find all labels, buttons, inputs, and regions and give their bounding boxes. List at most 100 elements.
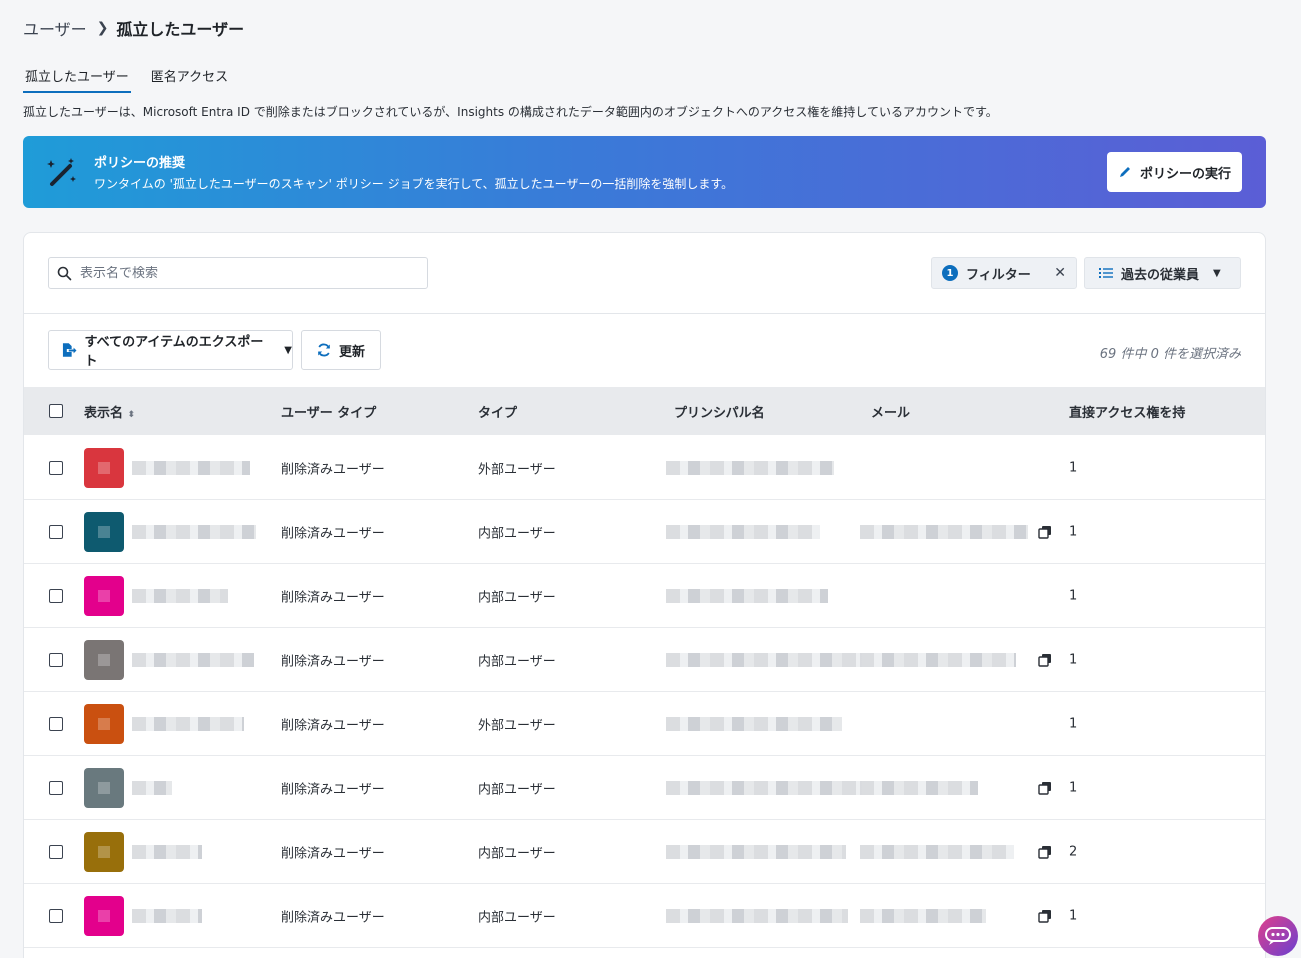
search-input[interactable] [80, 265, 400, 281]
row-checkbox[interactable] [49, 908, 63, 923]
redacted-principal-name [666, 460, 834, 475]
type-cell: 内部ユーザー [478, 654, 556, 669]
redacted-display-name[interactable] [132, 652, 254, 667]
user-type-cell: 削除済みユーザー [281, 526, 385, 541]
users-table-card: 1 フィルター ✕ 過去の従業員 ▼ すべてのアイテムのエクスポート ▼ 更新 … [23, 232, 1266, 958]
sort-icon: ⬍ [127, 409, 136, 420]
copy-icon[interactable] [1038, 845, 1052, 859]
refresh-button[interactable]: 更新 [301, 330, 381, 370]
filter-count-badge: 1 [942, 265, 958, 281]
select-all-checkbox[interactable] [49, 404, 63, 418]
table-row[interactable]: 削除済みユーザー 外部ユーザー 1 [24, 436, 1265, 500]
redacted-principal-name [666, 588, 828, 603]
redacted-mail [860, 908, 986, 923]
export-icon [62, 343, 77, 357]
close-icon[interactable]: ✕ [1054, 265, 1066, 281]
breadcrumb: ユーザー ❯ 孤立したユーザー [23, 16, 244, 40]
direct-access-count: 1 [1069, 780, 1078, 795]
column-header-user-type[interactable]: ユーザー タイプ [281, 402, 376, 421]
row-checkbox[interactable] [49, 460, 63, 475]
redacted-mail [860, 844, 1014, 859]
filter-chip[interactable]: 1 フィルター ✕ [931, 257, 1077, 289]
caret-down-icon: ▼ [284, 344, 292, 356]
pencil-icon [1119, 167, 1130, 177]
table-row[interactable]: 削除済みユーザー 内部ユーザー 1 [24, 756, 1265, 820]
table-row[interactable]: 削除済みユーザー 内部ユーザー 1 [24, 628, 1265, 692]
refresh-label: 更新 [338, 344, 365, 360]
copy-icon[interactable] [1038, 781, 1052, 795]
table-row[interactable]: 削除済みユーザー 内部ユーザー 1 [24, 564, 1265, 628]
redacted-mail [860, 652, 1016, 667]
direct-access-count: 1 [1069, 716, 1078, 731]
row-checkbox[interactable] [49, 652, 63, 667]
redacted-display-name[interactable] [132, 844, 202, 859]
column-header-mail[interactable]: メール [871, 402, 910, 421]
tab-bar: 孤立したユーザー 匿名アクセス [23, 64, 230, 93]
redacted-display-name[interactable] [132, 908, 202, 923]
selection-status: 69 件中 0 件を選択済み [1099, 347, 1241, 362]
redacted-principal-name [666, 780, 862, 795]
type-cell: 内部ユーザー [478, 590, 556, 605]
user-type-cell: 削除済みユーザー [281, 718, 385, 733]
redacted-mail [860, 524, 1028, 539]
redacted-principal-name [666, 524, 820, 539]
avatar [84, 639, 124, 680]
user-type-cell: 削除済みユーザー [281, 782, 385, 797]
copy-icon[interactable] [1038, 525, 1052, 539]
table-row[interactable]: 削除済みユーザー 内部ユーザー 2 [24, 820, 1265, 884]
copy-icon[interactable] [1038, 909, 1052, 923]
table-row[interactable]: 削除済みユーザー 内部ユーザー 1 [24, 500, 1265, 564]
table-row[interactable]: 削除済みユーザー 外部ユーザー 1 [24, 692, 1265, 756]
banner-text: ワンタイムの '孤立したユーザーのスキャン' ポリシー ジョブを実行して、孤立し… [94, 177, 734, 191]
page-title: 孤立したユーザー [116, 20, 245, 39]
type-cell: 内部ユーザー [478, 526, 556, 541]
chevron-right-icon: ❯ [96, 20, 109, 36]
redacted-principal-name [666, 844, 846, 859]
copy-icon[interactable] [1038, 653, 1052, 667]
list-icon [1099, 268, 1113, 278]
view-dropdown[interactable]: 過去の従業員 ▼ [1084, 257, 1241, 289]
search-icon [57, 266, 72, 280]
redacted-display-name[interactable] [132, 524, 256, 539]
redacted-display-name[interactable] [132, 460, 250, 475]
direct-access-count: 1 [1069, 524, 1078, 539]
search-box [48, 257, 428, 289]
chat-assistant-button[interactable] [1258, 916, 1298, 956]
redacted-principal-name [666, 908, 848, 923]
magic-wand-icon [47, 158, 76, 186]
direct-access-count: 1 [1069, 460, 1078, 475]
direct-access-count: 2 [1069, 844, 1078, 859]
filter-label: フィルター [966, 267, 1031, 283]
row-checkbox[interactable] [49, 780, 63, 795]
chat-icon [1265, 927, 1291, 945]
avatar [84, 703, 124, 744]
column-header-principal-name[interactable]: プリンシパル名 [674, 402, 765, 421]
user-type-cell: 削除済みユーザー [281, 910, 385, 925]
avatar [84, 575, 124, 616]
redacted-mail [860, 780, 978, 795]
caret-down-icon: ▼ [1213, 267, 1221, 279]
table-row[interactable]: 削除済みユーザー 内部ユーザー 1 [24, 884, 1265, 948]
banner-title: ポリシーの推奨 [94, 156, 186, 171]
row-checkbox[interactable] [49, 588, 63, 603]
row-checkbox[interactable] [49, 844, 63, 859]
user-type-cell: 削除済みユーザー [281, 846, 385, 861]
export-all-button[interactable]: すべてのアイテムのエクスポート ▼ [48, 330, 293, 370]
redacted-display-name[interactable] [132, 588, 228, 603]
table-header: 表示名 ⬍ ユーザー タイプ タイプ プリンシパル名 メール 直接アクセス権を持 [24, 387, 1265, 435]
avatar [84, 447, 124, 488]
column-header-direct-access[interactable]: 直接アクセス権を持 [1069, 402, 1185, 421]
column-header-type[interactable]: タイプ [478, 402, 517, 421]
avatar [84, 895, 124, 936]
run-policy-button[interactable]: ポリシーの実行 [1107, 152, 1242, 192]
type-cell: 内部ユーザー [478, 910, 556, 925]
row-checkbox[interactable] [49, 524, 63, 539]
breadcrumb-root-link[interactable]: ユーザー [23, 16, 87, 40]
column-header-name[interactable]: 表示名 ⬍ [84, 402, 135, 421]
tab-orphaned-users[interactable]: 孤立したユーザー [23, 64, 131, 93]
redacted-display-name[interactable] [132, 780, 172, 795]
run-policy-label: ポリシーの実行 [1139, 166, 1231, 182]
row-checkbox[interactable] [49, 716, 63, 731]
redacted-display-name[interactable] [132, 716, 244, 731]
tab-anonymous-access[interactable]: 匿名アクセス [149, 64, 230, 93]
